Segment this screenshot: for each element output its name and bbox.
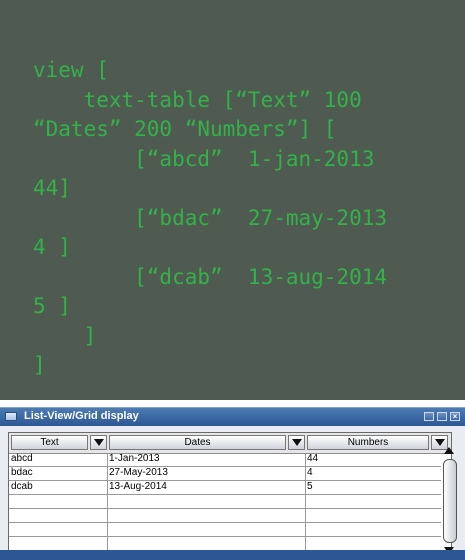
code-line: ] <box>33 353 46 377</box>
cell-number: 4 <box>307 467 313 478</box>
cell-date: 27-May-2013 <box>109 467 168 478</box>
cell-text: dcab <box>11 481 33 492</box>
vertical-scrollbar[interactable] <box>441 445 458 557</box>
cell-text <box>11 509 105 522</box>
cell-date <box>109 509 303 522</box>
scroll-up-arrow-icon[interactable] <box>441 445 458 457</box>
window-title: List-View/Grid display <box>24 410 139 422</box>
cell-number <box>307 495 437 508</box>
table-row[interactable]: bdac 27-May-2013 4 <box>9 467 441 481</box>
cell-number <box>307 523 437 536</box>
code-panel: view [ text-table [“Text” 100 “Dates” 20… <box>0 0 465 400</box>
code-text: view [ text-table [“Text” 100 “Dates” 20… <box>33 56 387 381</box>
cell-date: 13-Aug-2014 <box>109 481 167 492</box>
cell-date <box>109 523 303 536</box>
code-line: [“abcd” 1-jan-2013 <box>33 146 375 171</box>
cell-number: 44 <box>307 453 319 464</box>
code-line: text-table [“Text” 100 <box>33 87 362 112</box>
code-line: [“bdac” 27-may-2013 <box>33 205 388 230</box>
code-line: 4 ] <box>33 235 71 259</box>
cell-date: 1-Jan-2013 <box>109 453 160 464</box>
cell-number <box>307 509 437 522</box>
code-line: “Dates” 200 “Numbers”] [ <box>33 117 337 141</box>
code-line: [“dcab” 13-aug-2014 <box>33 264 388 289</box>
maximize-button[interactable] <box>437 412 447 421</box>
table-header: Text Dates Numbers <box>9 433 451 454</box>
code-line: ] <box>33 323 97 348</box>
window-bottom-edge <box>0 550 465 560</box>
table-row[interactable] <box>9 509 441 523</box>
code-line: 44] <box>33 176 71 200</box>
window-icon <box>5 412 17 421</box>
column-header-dates[interactable]: Dates <box>109 435 286 450</box>
cell-date <box>109 495 303 508</box>
cell-text <box>11 523 105 536</box>
cell-text: abcd <box>11 453 33 464</box>
minimize-button[interactable] <box>424 412 434 421</box>
cell-text <box>11 495 105 508</box>
cell-number: 5 <box>307 481 313 492</box>
close-button[interactable]: × <box>450 412 460 421</box>
table-row[interactable] <box>9 495 441 509</box>
table-row[interactable]: dcab 13-Aug-2014 5 <box>9 481 441 495</box>
list-view-window: List-View/Grid display × Text Dates Numb… <box>0 407 465 560</box>
table-row[interactable]: abcd 1-Jan-2013 44 <box>9 453 441 467</box>
cell-text: bdac <box>11 467 33 478</box>
code-line: view [ <box>33 58 109 82</box>
column-header-text[interactable]: Text <box>11 435 88 450</box>
code-line: 5 ] <box>33 294 71 318</box>
scroll-thumb[interactable] <box>443 459 457 543</box>
dates-sort-arrow-icon[interactable] <box>288 435 305 450</box>
table-row[interactable] <box>9 523 441 537</box>
text-sort-arrow-icon[interactable] <box>90 435 107 450</box>
window-titlebar[interactable]: List-View/Grid display × <box>0 407 465 426</box>
column-header-numbers[interactable]: Numbers <box>307 435 429 450</box>
grid-table[interactable]: Text Dates Numbers abcd 1-Jan-2013 44 bd… <box>8 432 452 552</box>
